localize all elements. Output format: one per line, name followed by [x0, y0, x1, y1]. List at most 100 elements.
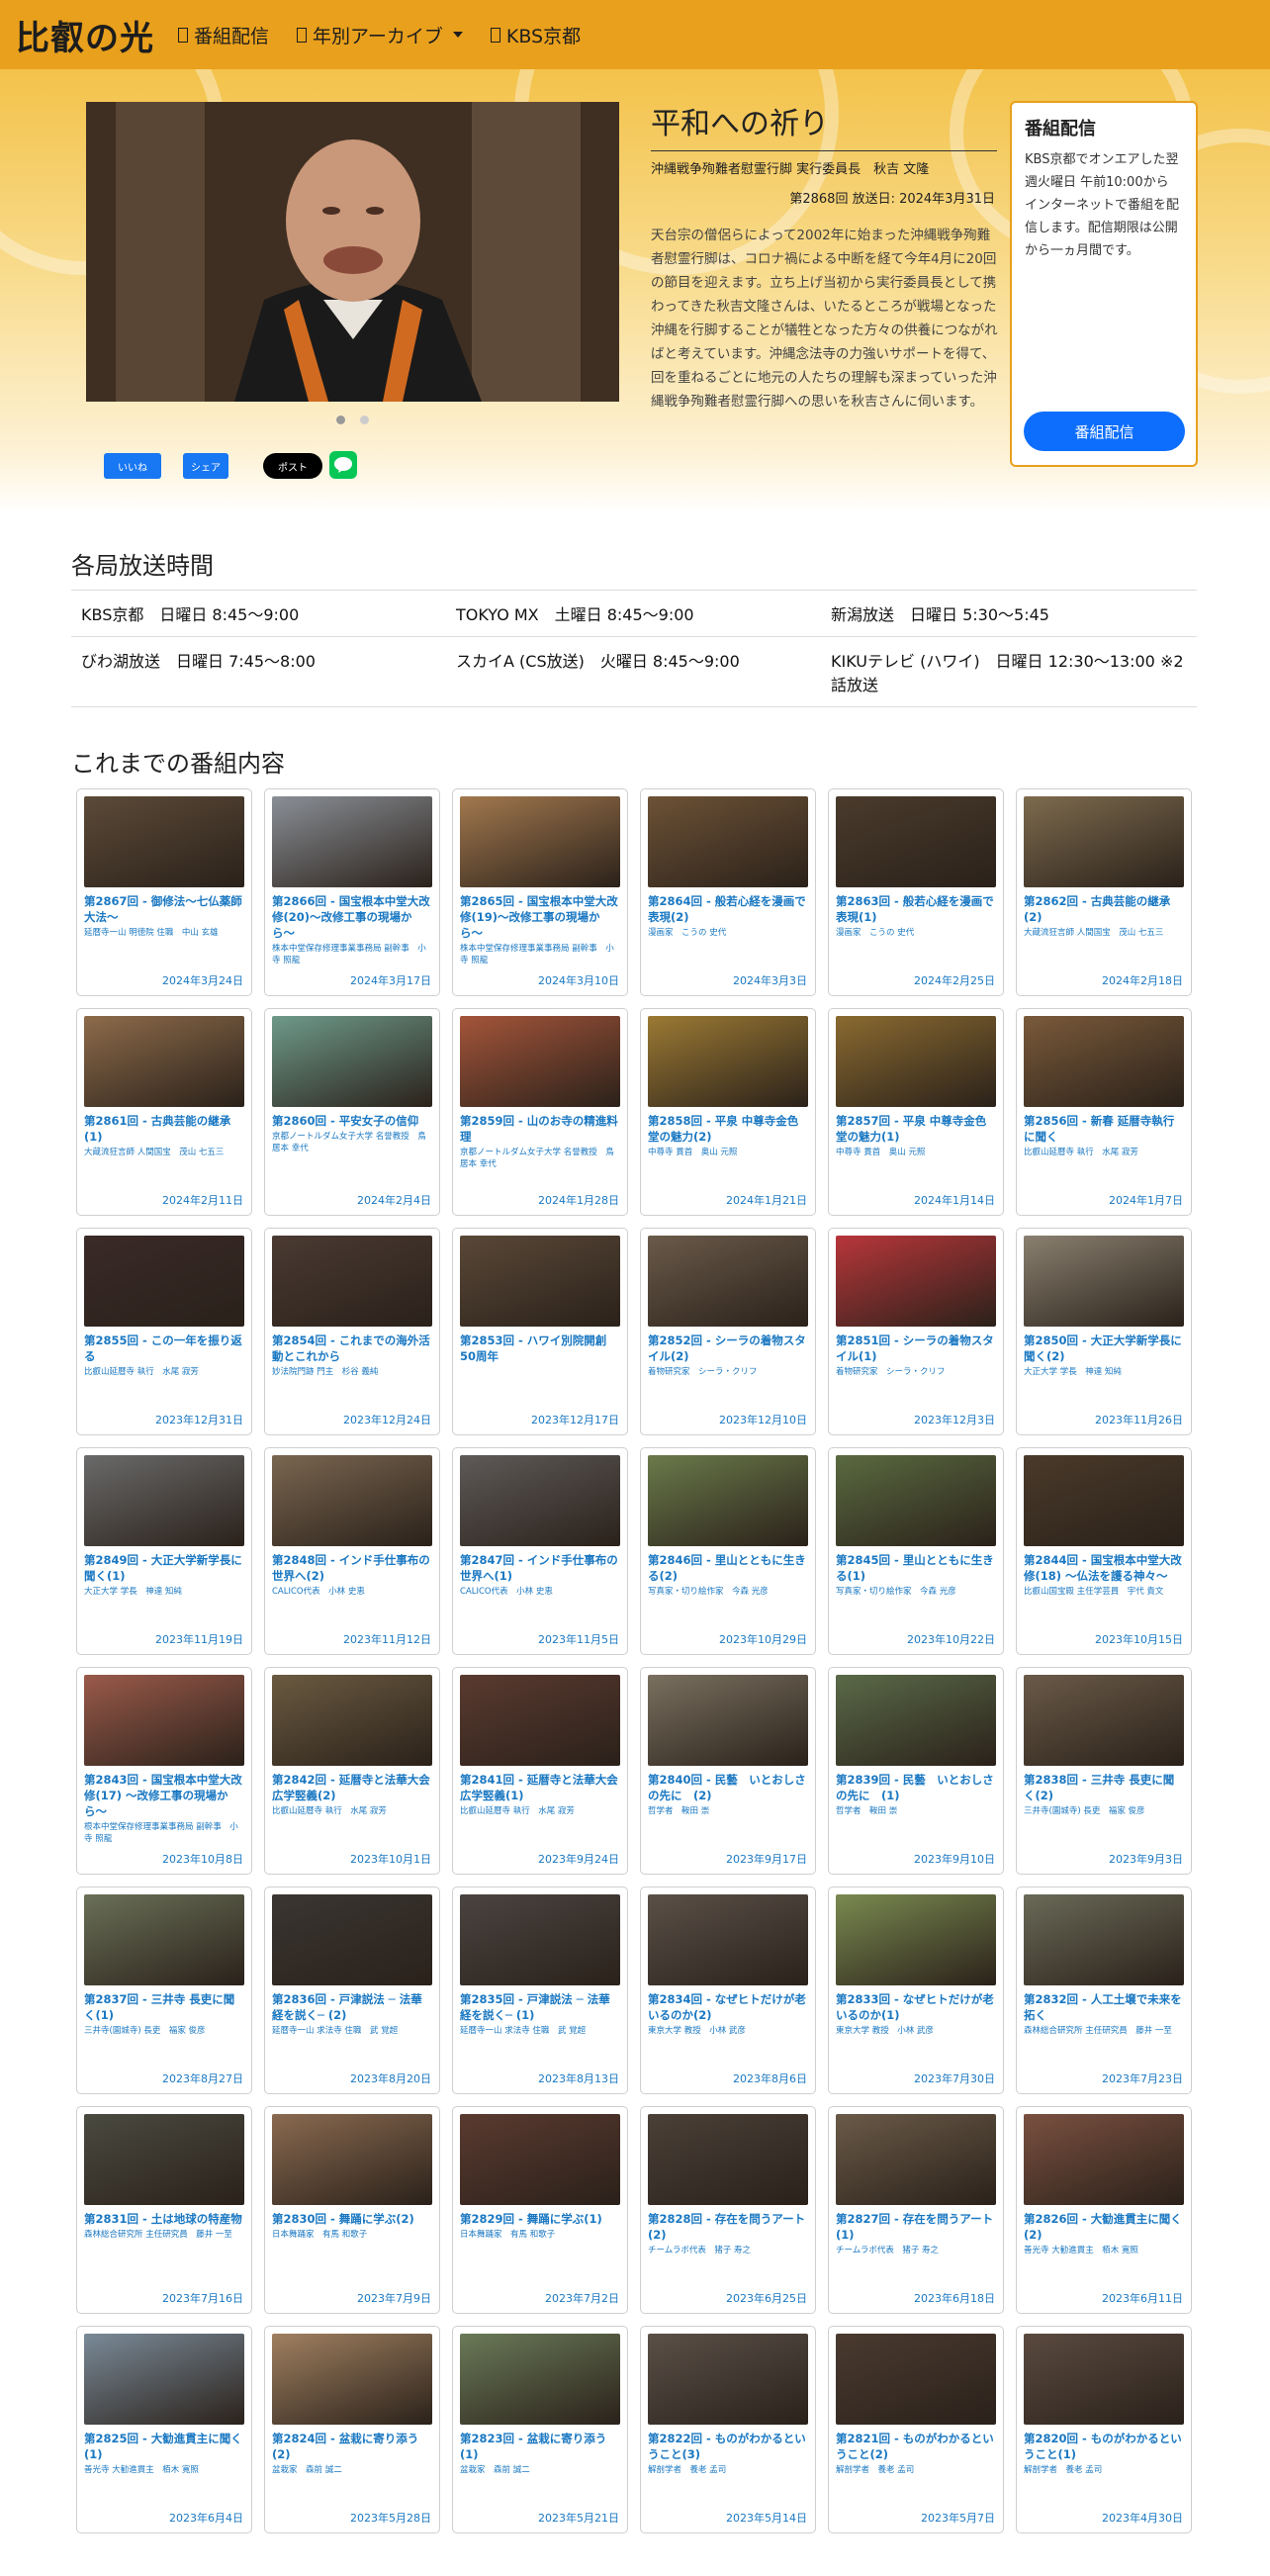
episode-thumbnail[interactable]: [1024, 1894, 1184, 1985]
episode-title[interactable]: 第2865回 - 国宝根本中堂大改修(19)〜改修工事の現場から〜: [460, 893, 620, 941]
episode-title[interactable]: 第2852回 - シーラの着物スタイル(2): [648, 1333, 808, 1364]
episode-card[interactable]: 第2832回 - 人工土壌で未来を拓く 森林総合研究所 主任研究員 藤井 一至 20…: [1016, 1886, 1192, 2094]
episode-thumbnail[interactable]: [84, 1455, 244, 1546]
episode-thumbnail[interactable]: [648, 2114, 808, 2205]
carousel-dot[interactable]: [360, 415, 369, 424]
episode-title[interactable]: 第2857回 - 平泉 中尊寺金色堂の魅力(1): [836, 1113, 996, 1145]
episode-thumbnail[interactable]: [272, 2114, 432, 2205]
episode-title[interactable]: 第2835回 - 戸津説法 ─ 法華経を説く─ (1): [460, 1991, 620, 2023]
episode-title[interactable]: 第2838回 - 三井寺 長吏に聞く(2): [1024, 1772, 1184, 1803]
episode-title[interactable]: 第2859回 - 山のお寺の精進料理: [460, 1113, 620, 1145]
episode-card[interactable]: 第2837回 - 三井寺 長吏に聞く(1) 三井寺(園城寺) 長吏 福家 俊彦 20…: [76, 1886, 252, 2094]
episode-title[interactable]: 第2842回 - 延暦寺と法華大会広学竪義(2): [272, 1772, 432, 1803]
episode-thumbnail[interactable]: [836, 1675, 996, 1766]
episode-card[interactable]: 第2842回 - 延暦寺と法華大会広学竪義(2) 比叡山延暦寺 執行 水尾 寂芳 2…: [264, 1667, 440, 1875]
episode-thumbnail[interactable]: [648, 1016, 808, 1107]
episode-title[interactable]: 第2863回 - 般若心経を漫画で表現(1): [836, 893, 996, 925]
episode-title[interactable]: 第2853回 - ハワイ別院開創50周年: [460, 1333, 620, 1364]
episode-thumbnail[interactable]: [648, 1894, 808, 1985]
episode-title[interactable]: 第2862回 - 古典芸能の継承(2): [1024, 893, 1184, 925]
episode-card[interactable]: 第2844回 - 国宝根本中堂大改修(18) 〜仏法を護る神々〜 比叡山国宝殿 主…: [1016, 1447, 1192, 1655]
episode-thumbnail[interactable]: [272, 1675, 432, 1766]
episode-card[interactable]: 第2833回 - なぜヒトだけが老いるのか(1) 東京大学 教授 小林 武彦 202…: [828, 1886, 1004, 2094]
episode-title[interactable]: 第2854回 - これまでの海外活動とこれから: [272, 1333, 432, 1364]
episode-thumbnail[interactable]: [836, 1894, 996, 1985]
episode-card[interactable]: 第2823回 - 盆栽に寄り添う(1) 盆栽家 森前 誠二 2023年5月21日: [452, 2326, 628, 2533]
episode-card[interactable]: 第2829回 - 舞踊に学ぶ(1) 日本舞踊家 有馬 和歌子 2023年7月2日: [452, 2106, 628, 2314]
episode-thumbnail[interactable]: [1024, 1675, 1184, 1766]
episode-card[interactable]: 第2834回 - なぜヒトだけが老いるのか(2) 東京大学 教授 小林 武彦 202…: [640, 1886, 816, 2094]
episode-card[interactable]: 第2831回 - 土は地球の特産物 森林総合研究所 主任研究員 藤井 一至 2023…: [76, 2106, 252, 2314]
nav-streaming[interactable]: 番組配信: [178, 22, 269, 48]
episode-title[interactable]: 第2823回 - 盆栽に寄り添う(1): [460, 2431, 620, 2462]
episode-title[interactable]: 第2848回 - インド手仕事布の世界へ(2): [272, 1552, 432, 1584]
episode-title[interactable]: 第2847回 - インド手仕事布の世界へ(1): [460, 1552, 620, 1584]
episode-card[interactable]: 第2861回 - 古典芸能の継承(1) 大蔵流狂言師 人間国宝 茂山 七五三 202…: [76, 1008, 252, 1216]
episode-title[interactable]: 第2846回 - 里山とともに生きる(2): [648, 1552, 808, 1584]
episode-title[interactable]: 第2845回 - 里山とともに生きる(1): [836, 1552, 996, 1584]
episode-card[interactable]: 第2841回 - 延暦寺と法華大会広学竪義(1) 比叡山延暦寺 執行 水尾 寂芳 2…: [452, 1667, 628, 1875]
episode-thumbnail[interactable]: [836, 1455, 996, 1546]
episode-thumbnail[interactable]: [460, 1016, 620, 1107]
episode-card[interactable]: 第2865回 - 国宝根本中堂大改修(19)〜改修工事の現場から〜 株本中堂保存修…: [452, 788, 628, 996]
episode-title[interactable]: 第2829回 - 舞踊に学ぶ(1): [460, 2211, 620, 2227]
episode-title[interactable]: 第2860回 - 平安女子の信仰: [272, 1113, 432, 1129]
episode-title[interactable]: 第2840回 - 民藝 いとおしさの先に (2): [648, 1772, 808, 1803]
episode-title[interactable]: 第2822回 - ものがわかるということ(3): [648, 2431, 808, 2462]
episode-card[interactable]: 第2825回 - 大勧進貫主に聞く(1) 善光寺 大勧進貫主 栢木 寛照 2023年…: [76, 2326, 252, 2533]
episode-card[interactable]: 第2855回 - この一年を振り返る 比叡山延暦寺 執行 水尾 寂芳 2023年12…: [76, 1228, 252, 1435]
episode-thumbnail[interactable]: [836, 2334, 996, 2425]
episode-card[interactable]: 第2864回 - 般若心経を漫画で表現(2) 漫画家 こうの 史代 2024年3月3…: [640, 788, 816, 996]
episode-thumbnail[interactable]: [460, 1675, 620, 1766]
episode-title[interactable]: 第2866回 - 国宝根本中堂大改修(20)〜改修工事の現場から〜: [272, 893, 432, 941]
episode-thumbnail[interactable]: [84, 2114, 244, 2205]
carousel-dot-active[interactable]: [336, 415, 345, 424]
episode-card[interactable]: 第2859回 - 山のお寺の精進料理 京都ノートルダム女子大学 名誉教授 鳥居本 …: [452, 1008, 628, 1216]
episode-title[interactable]: 第2827回 - 存在を問うアート(1): [836, 2211, 996, 2243]
episode-thumbnail[interactable]: [1024, 2334, 1184, 2425]
episode-thumbnail[interactable]: [1024, 2114, 1184, 2205]
episode-title[interactable]: 第2855回 - この一年を振り返る: [84, 1333, 244, 1364]
episode-card[interactable]: 第2836回 - 戸津説法 ─ 法華経を説く─ (2) 延暦寺一山 求法寺 住職 …: [264, 1886, 440, 2094]
episode-thumbnail[interactable]: [648, 1675, 808, 1766]
episode-thumbnail[interactable]: [272, 1894, 432, 1985]
episode-card[interactable]: 第2843回 - 国宝根本中堂大改修(17) 〜改修工事の現場から〜 根本中堂保存…: [76, 1667, 252, 1875]
episode-card[interactable]: 第2863回 - 般若心経を漫画で表現(1) 漫画家 こうの 史代 2024年2月2…: [828, 788, 1004, 996]
episode-thumbnail[interactable]: [84, 1675, 244, 1766]
episode-title[interactable]: 第2839回 - 民藝 いとおしさの先に (1): [836, 1772, 996, 1803]
episode-thumbnail[interactable]: [84, 1894, 244, 1985]
episode-card[interactable]: 第2821回 - ものがわかるということ(2) 解剖学者 養老 孟司 2023年5月…: [828, 2326, 1004, 2533]
nav-kbs[interactable]: KBS京都: [490, 22, 581, 48]
episode-card[interactable]: 第2835回 - 戸津説法 ─ 法華経を説く─ (1) 延暦寺一山 求法寺 住職 …: [452, 1886, 628, 2094]
episode-title[interactable]: 第2834回 - なぜヒトだけが老いるのか(2): [648, 1991, 808, 2023]
episode-title[interactable]: 第2833回 - なぜヒトだけが老いるのか(1): [836, 1991, 996, 2023]
episode-thumbnail[interactable]: [272, 796, 432, 887]
episode-card[interactable]: 第2857回 - 平泉 中尊寺金色堂の魅力(1) 中尊寺 貫首 奥山 元照 2024…: [828, 1008, 1004, 1216]
episode-thumbnail[interactable]: [648, 2334, 808, 2425]
episode-card[interactable]: 第2822回 - ものがわかるということ(3) 解剖学者 養老 孟司 2023年5月…: [640, 2326, 816, 2533]
episode-card[interactable]: 第2849回 - 大正大学新学長に聞く(1) 大正大学 学長 神達 知純 2023年…: [76, 1447, 252, 1655]
episode-title[interactable]: 第2850回 - 大正大学新学長に聞く(2): [1024, 1333, 1184, 1364]
episode-card[interactable]: 第2852回 - シーラの着物スタイル(2) 着物研究家 シーラ・クリフ 2023年…: [640, 1228, 816, 1435]
episode-thumbnail[interactable]: [460, 1236, 620, 1327]
episode-title[interactable]: 第2831回 - 土は地球の特産物: [84, 2211, 244, 2227]
episode-thumbnail[interactable]: [460, 2334, 620, 2425]
episode-title[interactable]: 第2861回 - 古典芸能の継承(1): [84, 1113, 244, 1145]
episode-thumbnail[interactable]: [1024, 796, 1184, 887]
episode-title[interactable]: 第2864回 - 般若心経を漫画で表現(2): [648, 893, 808, 925]
episode-thumbnail[interactable]: [272, 1236, 432, 1327]
episode-title[interactable]: 第2851回 - シーラの着物スタイル(1): [836, 1333, 996, 1364]
episode-card[interactable]: 第2839回 - 民藝 いとおしさの先に (1) 哲学者 鞍田 崇 2023年9月1…: [828, 1667, 1004, 1875]
episode-title[interactable]: 第2832回 - 人工土壌で未来を拓く: [1024, 1991, 1184, 2023]
episode-title[interactable]: 第2830回 - 舞踊に学ぶ(2): [272, 2211, 432, 2227]
episode-thumbnail[interactable]: [460, 2114, 620, 2205]
episode-thumbnail[interactable]: [836, 2114, 996, 2205]
episode-thumbnail[interactable]: [272, 1455, 432, 1546]
nav-archive-dropdown[interactable]: 年別アーカイブ: [297, 22, 463, 48]
episode-card[interactable]: 第2820回 - ものがわかるということ(1) 解剖学者 養老 孟司 2023年4月…: [1016, 2326, 1192, 2533]
episode-thumbnail[interactable]: [1024, 1016, 1184, 1107]
episode-title[interactable]: 第2820回 - ものがわかるということ(1): [1024, 2431, 1184, 2462]
episode-card[interactable]: 第2848回 - インド手仕事布の世界へ(2) CALICO代表 小林 史恵 202…: [264, 1447, 440, 1655]
x-post-button[interactable]: ポスト: [263, 453, 322, 479]
episode-card[interactable]: 第2847回 - インド手仕事布の世界へ(1) CALICO代表 小林 史恵 202…: [452, 1447, 628, 1655]
